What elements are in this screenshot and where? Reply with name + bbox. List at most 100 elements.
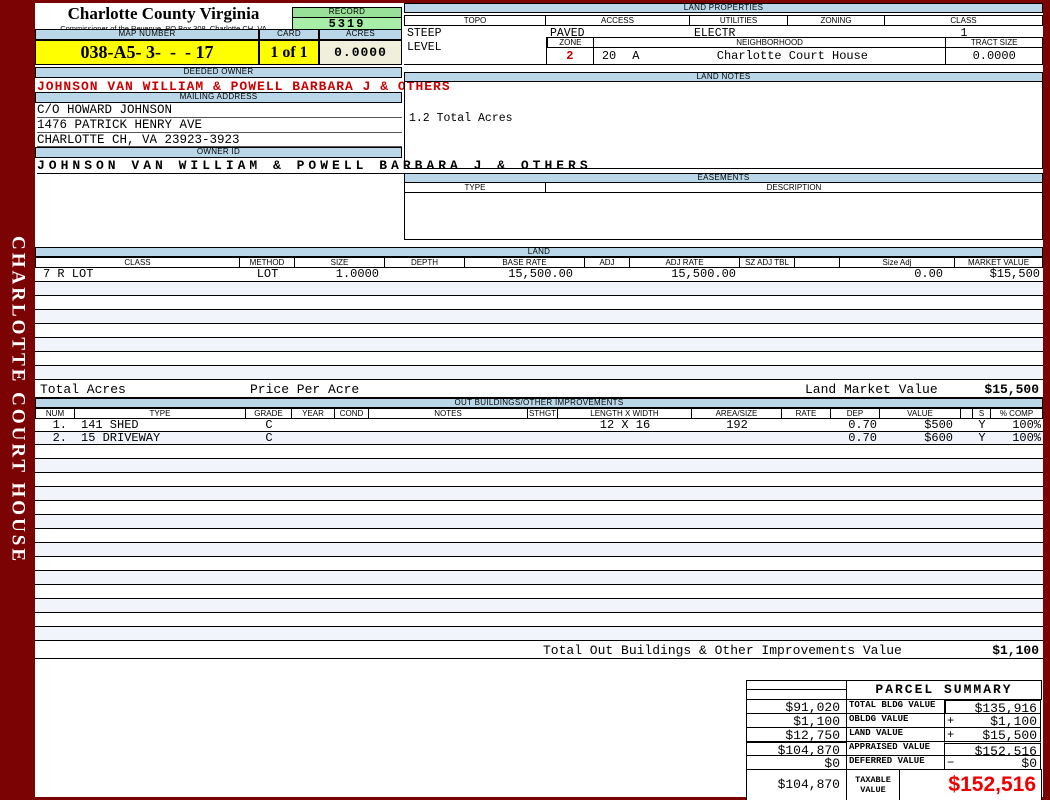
county-title: Charlotte County Virginia bbox=[67, 4, 260, 23]
land-table-header: CLASS METHOD SIZE DEPTH BASE RATE ADJ AD… bbox=[35, 257, 1043, 268]
tract-size-header: TRACT SIZE bbox=[946, 38, 1042, 48]
neighborhood-header: NEIGHBORHOOD bbox=[593, 38, 947, 48]
empty-row bbox=[35, 473, 1043, 487]
land-market-value-label: Land Market Value bbox=[805, 382, 938, 397]
prior-total-bldg-value: $91,020 bbox=[746, 699, 847, 715]
op-total-bldg bbox=[946, 701, 959, 713]
ob-col-comp: % COMP bbox=[991, 408, 1043, 419]
map-number-value: 038-A5- 3- - - 17 bbox=[35, 40, 259, 65]
acres-label: ACRES bbox=[319, 29, 402, 40]
empty-row bbox=[35, 338, 1043, 352]
card-label: CARD bbox=[259, 29, 319, 40]
ob-col-year: YEAR bbox=[292, 408, 335, 419]
value-appraised: $152,516 bbox=[974, 744, 1037, 759]
ob2-area-size bbox=[692, 432, 782, 444]
deeded-owner-label: DEEDED OWNER bbox=[35, 67, 402, 78]
empty-row bbox=[35, 459, 1043, 473]
ob2-grade: C bbox=[265, 432, 273, 444]
summary-row-taxable: $104,870 TAXABLE VALUE $152,516 bbox=[746, 769, 1043, 800]
ob2-sthgt bbox=[528, 432, 558, 444]
topo-value-2: LEVEL bbox=[407, 41, 442, 54]
ob2-rate bbox=[782, 432, 831, 444]
mailing-address-line2: 1476 PATRICK HENRY AVE bbox=[37, 118, 402, 133]
empty-row bbox=[35, 627, 1043, 641]
ob-col-rate: RATE bbox=[782, 408, 831, 419]
ob2-dep: 0.70 bbox=[848, 432, 877, 444]
ob1-year bbox=[292, 419, 335, 431]
land-row-market-value: $15,500 bbox=[989, 268, 1040, 281]
ob1-notes bbox=[369, 419, 528, 431]
ob1-value: $500 bbox=[924, 419, 953, 431]
prior-deferred-value: $0 bbox=[746, 755, 847, 771]
summary-row-deferred: $0 DEFERRED VALUE − $0 bbox=[746, 755, 1043, 771]
neighborhood-value: 20 A Charlotte Court House bbox=[594, 48, 947, 65]
ob2-length-width bbox=[558, 432, 692, 444]
ob2-num: 2. bbox=[52, 432, 67, 444]
owner-id-label: OWNER ID bbox=[35, 147, 402, 158]
prior-obldg-value: $1,100 bbox=[746, 713, 847, 729]
ob2-year bbox=[292, 432, 335, 444]
ob1-comp: 100% bbox=[1012, 419, 1041, 431]
ob1-blank bbox=[961, 419, 973, 431]
ob1-cond bbox=[335, 419, 369, 431]
ob-col-cond: COND bbox=[335, 408, 369, 419]
ob-col-dep: DEP bbox=[831, 408, 880, 419]
acres-value: 0.0000 bbox=[319, 40, 402, 65]
land-col-adj: ADJ bbox=[585, 257, 630, 268]
land-col-method: METHOD bbox=[240, 257, 295, 268]
land-col-depth: DEPTH bbox=[385, 257, 465, 268]
outbuildings-footer: Total Out Buildings & Other Improvements… bbox=[35, 641, 1043, 659]
land-row-size-adj: 0.00 bbox=[914, 268, 943, 281]
ob1-sthgt bbox=[528, 419, 558, 431]
ob-col-area-size: AREA/SIZE bbox=[692, 408, 782, 419]
land-properties-box: TOPO ACCESS UTILITIES ZONING CLASS STEEP… bbox=[404, 15, 1043, 65]
label-land-value: LAND VALUE bbox=[846, 727, 945, 742]
parcel-summary: PARCEL SUMMARY $91,020 TOTAL BLDG VALUE … bbox=[746, 680, 1043, 800]
access-header: ACCESS bbox=[546, 15, 690, 26]
outbuildings-table-header: NUM TYPE GRADE YEAR COND NOTES STHGT LEN… bbox=[35, 408, 1043, 419]
empty-row bbox=[35, 529, 1043, 543]
empty-row bbox=[35, 352, 1043, 366]
ob-col-notes: NOTES bbox=[369, 408, 528, 419]
tract-size-value: 0.0000 bbox=[972, 49, 1016, 63]
value-deferred: $0 bbox=[1021, 756, 1037, 771]
ob1-dep: 0.70 bbox=[848, 419, 877, 431]
ob2-s: Y bbox=[978, 432, 986, 444]
value-obldg: $1,100 bbox=[990, 714, 1037, 729]
easements-title: EASEMENTS bbox=[404, 173, 1043, 183]
label-total-bldg-value: TOTAL BLDG VALUE bbox=[846, 699, 945, 714]
land-col-class: CLASS bbox=[35, 257, 240, 268]
prior-land-value: $12,750 bbox=[746, 727, 847, 743]
empty-row bbox=[35, 613, 1043, 627]
property-record-card: Charlotte County Virginia Commissioner o… bbox=[35, 3, 1043, 800]
land-row: 7 R LOT LOT 1.0000 15,500.00 15,500.00 0… bbox=[35, 268, 1043, 282]
ob1-rate bbox=[782, 419, 831, 431]
price-per-acre-label: Price Per Acre bbox=[250, 382, 360, 397]
land-notes-title: LAND NOTES bbox=[404, 72, 1043, 82]
empty-row bbox=[35, 324, 1043, 338]
utilities-header: UTILITIES bbox=[690, 15, 788, 26]
land-row-adj-rate: 15,500.00 bbox=[671, 268, 736, 281]
class-header: CLASS bbox=[885, 15, 1043, 26]
easement-type-header: TYPE bbox=[405, 183, 546, 192]
land-col-blank bbox=[795, 257, 840, 268]
topo-header: TOPO bbox=[404, 15, 546, 26]
op-deferred: − bbox=[947, 756, 955, 770]
land-col-market-value: MARKET VALUE bbox=[955, 257, 1043, 268]
empty-row bbox=[35, 310, 1043, 324]
county-sidebar: CHARLOTTE COURT HOUSE bbox=[0, 0, 35, 800]
outbuildings-total-label: Total Out Buildings & Other Improvements… bbox=[543, 643, 902, 658]
ob1-grade: C bbox=[265, 419, 273, 431]
land-notes-text: 1.2 Total Acres bbox=[409, 112, 513, 125]
map-number-label: MAP NUMBER bbox=[35, 29, 259, 40]
ob2-value: $600 bbox=[924, 432, 953, 444]
land-row-size: 1.0000 bbox=[335, 268, 379, 281]
ob-col-sthgt: STHGT bbox=[528, 408, 558, 419]
neighborhood-code: 20 bbox=[601, 49, 617, 63]
ob1-num: 1. bbox=[52, 419, 67, 431]
zone-header: ZONE bbox=[547, 38, 594, 48]
zone-neighborhood-box: ZONE NEIGHBORHOOD TRACT SIZE 2 20 A Char… bbox=[546, 37, 1043, 65]
empty-row bbox=[35, 557, 1043, 571]
land-notes-box: 1.2 Total Acres bbox=[404, 82, 1043, 169]
outbuildings-empty-rows bbox=[35, 445, 1043, 641]
